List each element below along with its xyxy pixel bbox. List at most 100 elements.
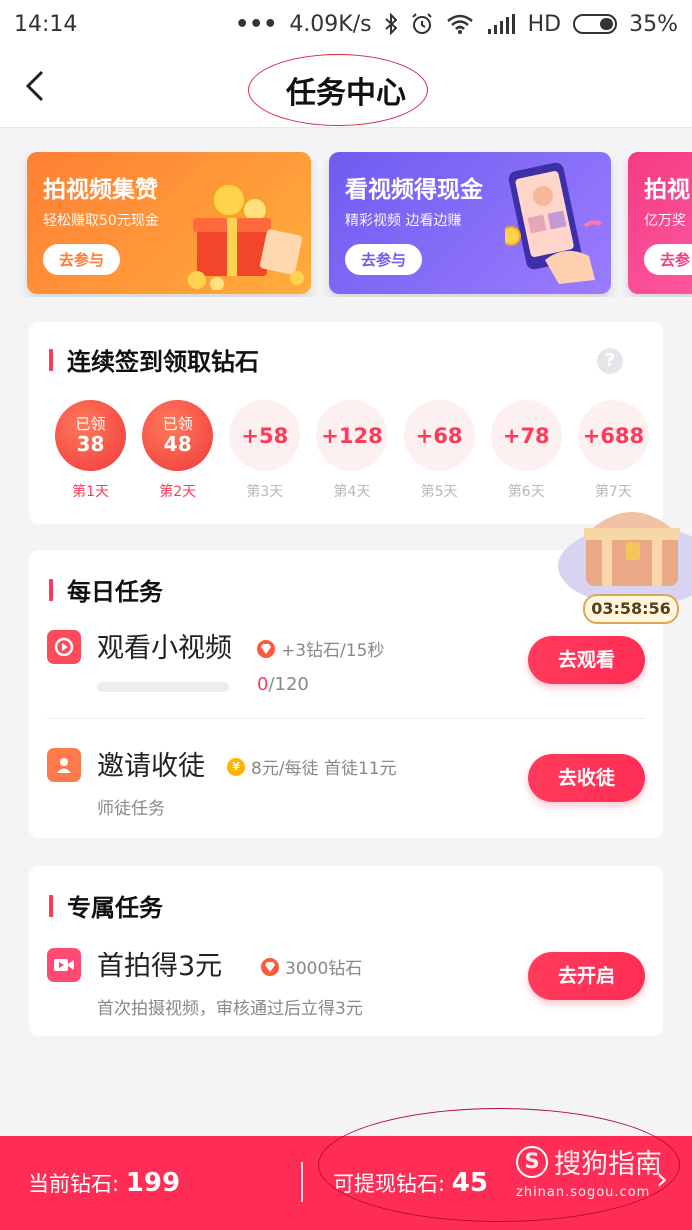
status-indicators: ••• 4.09K/s HD 35% (235, 12, 678, 37)
diamond-icon (261, 957, 279, 976)
task-name: 观看小视频 (97, 633, 232, 664)
diamond-icon (257, 639, 275, 658)
hd-label: HD (527, 11, 562, 37)
bluetooth-icon (384, 13, 398, 35)
battery-icon (573, 14, 618, 34)
task-name: 首拍得3元 (97, 951, 223, 982)
day-label: 第2天 (159, 484, 197, 500)
enable-button[interactable]: 去开启 (528, 952, 645, 1000)
banner-third[interactable]: 拍视 亿万奖 去参 (628, 152, 692, 294)
day-circle: +58 (229, 400, 301, 471)
signal-icon (487, 14, 515, 34)
sogou-logo-icon: S (516, 1145, 548, 1178)
join-button[interactable]: 去参 (644, 244, 692, 275)
current-diamonds-value: 199 (125, 1168, 181, 1198)
signin-day-1: 已领 38 第1天 (47, 400, 134, 501)
reward-text: 3000钻石 (285, 959, 363, 979)
user-icon (47, 748, 81, 782)
nav-header: 任务中心 (0, 48, 692, 128)
network-speed: 4.09K/s (289, 11, 372, 37)
gift-box-icon (188, 183, 304, 290)
banner-photo-likes[interactable]: 拍视频集赞 轻松赚取50元现金 去参与 (27, 152, 311, 294)
recruit-button[interactable]: 去收徒 (528, 754, 645, 802)
claimed-label: 已领 (75, 415, 106, 433)
reward-value: +128 (321, 423, 383, 448)
day-label: 第1天 (72, 484, 110, 500)
watch-button[interactable]: 去观看 (528, 636, 645, 684)
day-circle: 已领 38 (55, 400, 127, 471)
status-bar: 14:14 ••• 4.09K/s HD 35% (0, 0, 692, 48)
status-dots: ••• (235, 11, 278, 37)
wifi-icon (446, 14, 473, 34)
join-button[interactable]: 去参与 (345, 244, 423, 275)
day-label: 第5天 (420, 484, 458, 500)
task-reward: +3钻石/15秒 (257, 636, 384, 661)
watermark-brand: S 搜狗指南 (516, 1142, 662, 1181)
reward-text: 8元/每徒 首徒11元 (251, 759, 397, 779)
reward-text: +3钻石/15秒 (281, 641, 385, 661)
claimed-value: 38 (76, 432, 105, 456)
phone-video-icon (505, 162, 602, 284)
status-time: 14:14 (14, 11, 78, 37)
task-description: 师徒任务 (97, 799, 165, 819)
divider (47, 718, 645, 719)
task-description: 首次拍摄视频，审核通过后立得3元 (97, 999, 363, 1019)
task-name: 邀请收徒 (97, 751, 205, 782)
day-label: 第6天 (507, 484, 545, 500)
task-watch-video: 观看小视频 +3钻石/15秒 0/120 去观看 (47, 626, 645, 706)
title-accent-bar (49, 578, 53, 601)
task-first-shoot: 首拍得3元 3000钻石 首次拍摄视频，审核通过后立得3元 去开启 (47, 944, 645, 1024)
promo-banner-carousel[interactable]: 拍视频集赞 轻松赚取50元现金 去参与 看视频得现金 精彩视频 边看边赚 去参与 (0, 152, 692, 297)
reward-value: +78 (502, 423, 550, 448)
progress-text: 0/120 (257, 674, 309, 695)
reward-value: +58 (241, 423, 289, 448)
claimed-label: 已领 (162, 415, 193, 433)
exclusive-section-title: 专属任务 (49, 888, 163, 923)
current-diamonds-label: 当前钻石: (28, 1172, 126, 1196)
day-circle: +128 (316, 400, 388, 471)
section-title-text: 连续签到领取钻石 (67, 348, 259, 376)
progress-current: 0 (257, 674, 269, 695)
task-invite-apprentice: 邀请收徒 ¥ 8元/每徒 首徒11元 师徒任务 去收徒 (47, 744, 645, 824)
signin-day-3: +58 第3天 (221, 400, 308, 501)
alarm-icon (411, 13, 432, 34)
withdrawable-label: 可提现钻石: (333, 1172, 452, 1196)
page-title: 任务中心 (286, 76, 406, 111)
exclusive-tasks-card: 专属任务 首拍得3元 3000钻石 首次拍摄视频，审核通过后立得3元 去开启 (29, 866, 663, 1036)
question-icon[interactable]: ? (597, 348, 623, 374)
section-title-text: 每日任务 (67, 578, 163, 606)
day-circle: +78 (490, 400, 562, 471)
banner-title: 拍视 (644, 177, 690, 203)
signin-section-title: 连续签到领取钻石 (49, 342, 259, 377)
current-diamonds: 当前钻石: 199 (28, 1168, 180, 1198)
chest-countdown: 03:58:56 (583, 594, 679, 624)
progress-bar (97, 682, 229, 692)
signin-day-4: +128 第4天 (308, 400, 395, 501)
task-reward: 3000钻石 (261, 954, 362, 979)
withdrawable-diamonds: 可提现钻石: 45 (333, 1168, 488, 1198)
join-button[interactable]: 去参与 (43, 244, 121, 275)
watermark-brand-text: 搜狗指南 (554, 1149, 662, 1180)
watermark-url: zhinan.sogou.com (516, 1185, 651, 1200)
battery-percent: 35% (629, 11, 678, 37)
reward-value: +68 (415, 423, 463, 448)
task-reward: ¥ 8元/每徒 首徒11元 (227, 754, 397, 779)
day-circle: +68 (403, 400, 475, 471)
withdrawable-value: 45 (451, 1168, 488, 1198)
signin-day-2: 已领 48 第2天 (134, 400, 221, 501)
day-circle: +688 (577, 400, 649, 471)
yuan-coin-icon: ¥ (227, 757, 245, 776)
daily-section-title: 每日任务 (49, 572, 163, 607)
claimed-value: 48 (163, 432, 192, 456)
divider (301, 1162, 303, 1202)
video-play-icon (47, 630, 81, 664)
progress-total: /120 (268, 674, 309, 695)
section-title-text: 专属任务 (67, 894, 163, 922)
banner-watch-video[interactable]: 看视频得现金 精彩视频 边看边赚 去参与 (329, 152, 611, 294)
signin-day-5: +68 第5天 (396, 400, 483, 501)
title-accent-bar (49, 894, 53, 917)
day-circle: 已领 48 (142, 400, 214, 471)
watermark: S 搜狗指南 zhinan.sogou.com (516, 1142, 662, 1200)
day-label: 第3天 (246, 484, 284, 500)
video-camera-icon (47, 948, 81, 982)
